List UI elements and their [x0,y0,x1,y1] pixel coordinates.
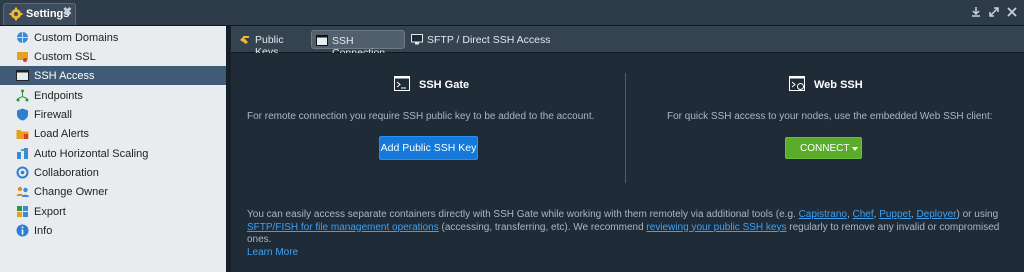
web-ssh-title: Web SSH [814,79,863,91]
sidebar-item-label: Custom Domains [34,32,119,44]
sidebar-item-collaboration[interactable]: Collaboration [0,163,226,182]
add-public-ssh-key-button[interactable]: Add Public SSH Key [379,136,478,160]
tab-sftp-direct-ssh-access[interactable]: SFTP / Direct SSH Access [407,30,552,49]
puppet-link[interactable]: Puppet [879,209,911,220]
close-tab-icon[interactable]: ✖ [63,5,72,18]
ssh-gate-description: For remote connection you require SSH pu… [247,111,595,122]
tab-ssh-connection[interactable]: SSH Connection [311,30,405,59]
sidebar-item-custom-ssl[interactable]: Custom SSL [0,47,226,66]
window-header: Settings ✖ [0,0,1024,26]
monitor-icon [411,34,423,45]
connect-button-label: CONNECT [800,143,850,154]
learn-more-link[interactable]: Learn More [247,247,298,258]
sidebar-item-export[interactable]: Export [0,202,226,221]
globe-icon [17,32,28,43]
certificate-icon [17,52,28,62]
sidebar-item-info[interactable]: Info [0,221,226,240]
terminal-icon [394,76,410,91]
info-text-part: (accessing, transferring, etc). We recom… [441,221,644,233]
tab-public-keys[interactable]: Public Keys [235,30,309,58]
window-controls [970,6,1018,18]
gear-icon [9,7,23,21]
close-window-icon[interactable] [1006,6,1018,18]
scaling-icon [17,148,28,159]
info-icon [16,224,29,237]
review-ssh-keys-link[interactable]: reviewing your public SSH keys [646,222,786,233]
tab-label: SFTP / Direct SSH Access [427,34,551,46]
sidebar-item-auto-horizontal-scaling[interactable]: Auto Horizontal Scaling [0,144,226,163]
collaboration-icon [16,166,29,179]
sidebar-item-firewall[interactable]: Firewall [0,105,226,124]
sidebar-item-label: Change Owner [34,186,108,198]
sidebar-item-label: SSH Access [34,70,95,82]
sidebar-item-label: Export [34,206,66,218]
section-divider [625,73,626,183]
sidebar-item-label: Info [34,225,53,237]
sidebar-item-label: Collaboration [34,167,99,179]
info-text-part: ) or using [956,209,999,220]
sidebar-item-label: Custom SSL [34,51,96,63]
sftp-fish-link[interactable]: SFTP/FISH for file management operations [247,222,439,233]
connect-button[interactable]: CONNECT [785,137,862,159]
download-icon[interactable] [970,6,982,18]
settings-sidebar: Custom Domains Custom SSL SSH Access End… [0,26,226,272]
deployer-link[interactable]: Deployer [916,209,956,220]
info-text-part: You can easily access separate container… [247,209,796,220]
sidebar-item-ssh-access[interactable]: SSH Access [0,66,226,85]
content-tab-bar: Public Keys SSH Connection SFTP / Direct… [231,26,1024,59]
endpoints-icon [16,89,29,102]
chevron-down-icon[interactable] [852,147,858,151]
export-icon [17,206,28,217]
chef-link[interactable]: Chef [853,209,874,220]
terminal-icon [16,70,29,81]
sidebar-item-change-owner[interactable]: Change Owner [0,182,226,201]
sidebar-item-custom-domains[interactable]: Custom Domains [0,28,226,47]
terminal-icon [316,35,328,46]
web-ssh-description: For quick SSH access to your nodes, use … [667,111,993,122]
sidebar-item-label: Firewall [34,109,72,121]
sidebar-item-endpoints[interactable]: Endpoints [0,86,226,105]
ssh-info-text: You can easily access separate container… [247,209,1000,258]
sidebar-item-load-alerts[interactable]: Load Alerts [0,124,226,143]
sidebar-item-label: Endpoints [34,90,83,102]
key-icon [240,36,249,44]
web-ssh-icon [789,76,805,91]
ssh-gate-title: SSH Gate [419,79,470,91]
sidebar-item-label: Auto Horizontal Scaling [34,148,149,160]
sidebar-item-label: Load Alerts [34,128,90,140]
settings-window-tab[interactable]: Settings ✖ [3,3,76,25]
ssh-connection-panel: SSH Gate For remote connection you requi… [231,53,1024,272]
capistrano-link[interactable]: Capistrano [799,209,847,220]
expand-icon[interactable] [988,6,1000,18]
change-owner-icon [16,186,29,197]
alert-folder-icon [16,130,29,139]
shield-icon [17,108,28,121]
